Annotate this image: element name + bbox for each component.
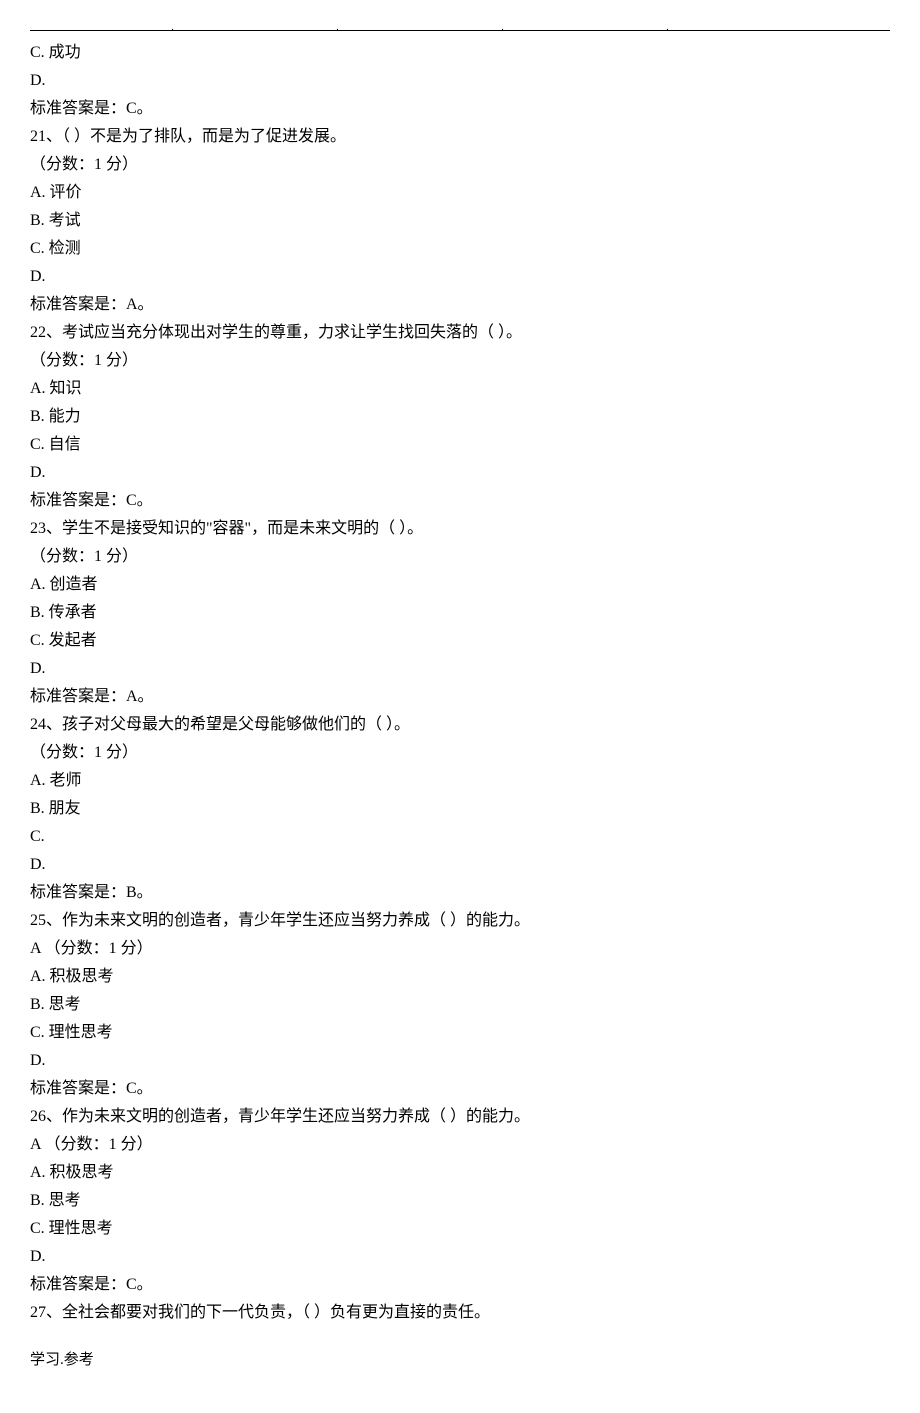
q23-option-c: C. 发起者 <box>30 627 890 655</box>
q26-answer: 标准答案是：C。 <box>30 1271 890 1299</box>
q24-option-d: D. <box>30 851 890 879</box>
q24-option-c: C. <box>30 823 890 851</box>
header-dots: . . . . <box>30 19 890 37</box>
q22-option-a: A. 知识 <box>30 375 890 403</box>
q24-stem: 24、孩子对父母最大的希望是父母能够做他们的（ ）。 <box>30 711 890 739</box>
q22-option-c: C. 自信 <box>30 431 890 459</box>
q20-answer: 标准答案是：C。 <box>30 95 890 123</box>
q25-option-a: A. 积极思考 <box>30 963 890 991</box>
q27-stem: 27、全社会都要对我们的下一代负责，（ ）负有更为直接的责任。 <box>30 1299 890 1327</box>
q21-answer: 标准答案是：A。 <box>30 291 890 319</box>
q26-option-a: A. 积极思考 <box>30 1159 890 1187</box>
q22-points: （分数：1 分） <box>30 347 890 375</box>
q24-option-a: A. 老师 <box>30 767 890 795</box>
page-footer: 学习.参考 <box>30 1347 890 1373</box>
q24-points: （分数：1 分） <box>30 739 890 767</box>
q21-option-c: C. 检测 <box>30 235 890 263</box>
q22-answer: 标准答案是：C。 <box>30 487 890 515</box>
q20-option-d: D. <box>30 67 890 95</box>
q21-option-a: A. 评价 <box>30 179 890 207</box>
q23-answer: 标准答案是：A。 <box>30 683 890 711</box>
q24-option-b: B. 朋友 <box>30 795 890 823</box>
q26-option-d: D. <box>30 1243 890 1271</box>
q25-answer: 标准答案是：C。 <box>30 1075 890 1103</box>
q21-option-b: B. 考试 <box>30 207 890 235</box>
q20-option-c: C. 成功 <box>30 39 890 67</box>
q26-option-b: B. 思考 <box>30 1187 890 1215</box>
q22-option-d: D. <box>30 459 890 487</box>
document-body: C. 成功 D. 标准答案是：C。 21、（ ）不是为了排队，而是为了促进发展。… <box>30 39 890 1327</box>
q25-option-c: C. 理性思考 <box>30 1019 890 1047</box>
q23-option-b: B. 传承者 <box>30 599 890 627</box>
q22-option-b: B. 能力 <box>30 403 890 431</box>
header-rule: . . . . <box>30 30 890 31</box>
q25-option-b: B. 思考 <box>30 991 890 1019</box>
q21-option-d: D. <box>30 263 890 291</box>
q23-option-a: A. 创造者 <box>30 571 890 599</box>
q25-points: A （分数：1 分） <box>30 935 890 963</box>
q23-points: （分数：1 分） <box>30 543 890 571</box>
q23-stem: 23、学生不是接受知识的"容器"，而是未来文明的（ ）。 <box>30 515 890 543</box>
q21-stem: 21、（ ）不是为了排队，而是为了促进发展。 <box>30 123 890 151</box>
q25-stem: 25、作为未来文明的创造者，青少年学生还应当努力养成（ ）的能力。 <box>30 907 890 935</box>
q26-stem: 26、作为未来文明的创造者，青少年学生还应当努力养成（ ）的能力。 <box>30 1103 890 1131</box>
q23-option-d: D. <box>30 655 890 683</box>
q21-points: （分数：1 分） <box>30 151 890 179</box>
q22-stem: 22、考试应当充分体现出对学生的尊重，力求让学生找回失落的（ ）。 <box>30 319 890 347</box>
q25-option-d: D. <box>30 1047 890 1075</box>
q26-points: A （分数：1 分） <box>30 1131 890 1159</box>
q24-answer: 标准答案是：B。 <box>30 879 890 907</box>
q26-option-c: C. 理性思考 <box>30 1215 890 1243</box>
